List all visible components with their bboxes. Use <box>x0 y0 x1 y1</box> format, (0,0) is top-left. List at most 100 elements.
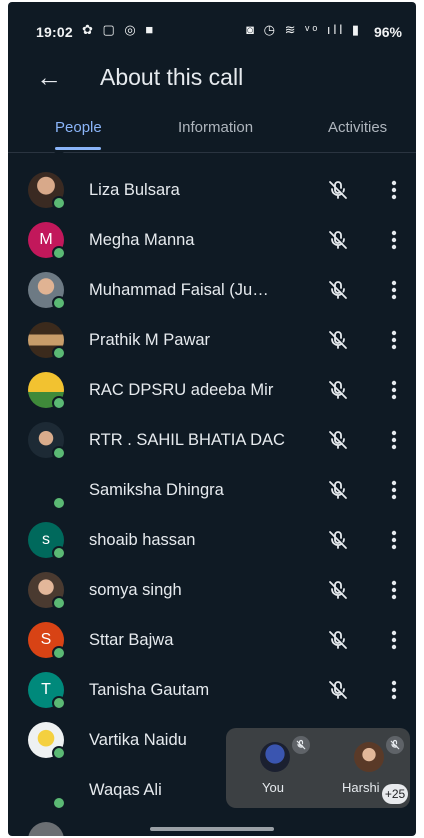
participant-row[interactable]: Muhammad Faisal (Ju… <box>8 266 416 316</box>
avatar <box>28 422 66 460</box>
participant-row[interactable]: T Tanisha Gautam <box>8 666 416 716</box>
online-indicator <box>52 646 66 660</box>
participant-name: Tanisha Gautam <box>89 681 210 699</box>
online-indicator <box>52 446 66 460</box>
more-options-icon[interactable] <box>386 178 402 202</box>
participant-row[interactable]: somya singh <box>8 566 416 616</box>
avatar <box>28 572 66 610</box>
participant-name: Muhammad Faisal (Ju… <box>89 281 269 299</box>
avatar <box>28 272 66 310</box>
active-tab-indicator <box>55 147 101 150</box>
avatar-initial: s <box>42 531 50 548</box>
extra-participants-badge: +25 <box>382 784 408 804</box>
participant-name: Liza Bulsara <box>89 181 180 199</box>
more-options-icon[interactable] <box>386 628 402 652</box>
online-indicator <box>52 496 66 510</box>
self-label: You <box>262 780 284 795</box>
avatar <box>28 372 66 410</box>
online-indicator <box>52 196 66 210</box>
avatar-initial: M <box>39 231 53 248</box>
participant-row[interactable]: RAC DPSRU adeeba Mir <box>8 366 416 416</box>
avatar <box>28 722 66 760</box>
tab-bar: People Information Activities <box>8 110 416 153</box>
mic-off-icon[interactable] <box>326 178 350 202</box>
avatar <box>28 172 66 210</box>
mic-off-icon[interactable] <box>326 428 350 452</box>
avatar <box>28 772 66 810</box>
participant-row[interactable]: M Megha Manna <box>8 216 416 266</box>
participant-name: somya singh <box>89 581 182 599</box>
app-header: ← About this call <box>8 60 416 100</box>
system-icons: ◙ ◷ ≋ ᵛᵒ ıll ▮ <box>246 22 362 37</box>
avatar <box>28 472 66 510</box>
online-indicator <box>52 546 66 560</box>
participant-row[interactable]: s shoaib hassan <box>8 516 416 566</box>
status-time: 19:02 <box>36 24 73 40</box>
more-options-icon[interactable] <box>386 328 402 352</box>
notification-icons: ✿ ▢ ◎ ■ <box>82 22 157 37</box>
self-avatar <box>260 742 290 772</box>
mic-off-icon[interactable] <box>326 578 350 602</box>
status-bar: 19:02 ✿ ▢ ◎ ■ ◙ ◷ ≋ ᵛᵒ ıll ▮ 96% <box>8 2 416 60</box>
participant-name: Waqas Ali <box>89 781 162 799</box>
mic-off-icon[interactable] <box>326 378 350 402</box>
participant-row[interactable]: RTR . SAHIL BHATIA DAC <box>8 416 416 466</box>
tab-activities[interactable]: Activities <box>328 119 387 136</box>
online-indicator <box>52 346 66 360</box>
participant-name: RTR . SAHIL BHATIA DAC <box>89 431 285 449</box>
phone-screen: 19:02 ✿ ▢ ◎ ■ ◙ ◷ ≋ ᵛᵒ ıll ▮ 96% ← About… <box>8 2 416 836</box>
participant-name: RAC DPSRU adeeba Mir <box>89 381 274 399</box>
mic-off-icon[interactable] <box>326 228 350 252</box>
mic-off-icon <box>292 736 310 754</box>
avatar: T <box>28 672 66 710</box>
more-options-icon[interactable] <box>386 278 402 302</box>
participant-row[interactable]: Prathik M Pawar <box>8 316 416 366</box>
back-arrow-icon[interactable]: ← <box>36 62 62 93</box>
mic-off-icon[interactable] <box>326 628 350 652</box>
more-options-icon[interactable] <box>386 478 402 502</box>
participant-name: Sttar Bajwa <box>89 631 174 649</box>
participant-name: Megha Manna <box>89 231 195 249</box>
online-indicator <box>52 696 66 710</box>
participant-label: Harshi <box>342 780 380 795</box>
avatar <box>28 322 66 360</box>
participant-name: shoaib hassan <box>89 531 196 549</box>
participant-row[interactable]: S Sttar Bajwa <box>8 616 416 666</box>
online-indicator <box>52 296 66 310</box>
online-indicator <box>52 746 66 760</box>
participant-name: Vartika Naidu <box>89 731 187 749</box>
participant-row-partial <box>8 816 416 836</box>
more-options-icon[interactable] <box>386 678 402 702</box>
participant-row-partial <box>8 152 416 160</box>
mic-off-icon[interactable] <box>326 478 350 502</box>
more-options-icon[interactable] <box>386 228 402 252</box>
page-title: About this call <box>100 64 244 90</box>
home-indicator[interactable] <box>150 827 274 831</box>
mic-off-icon[interactable] <box>326 278 350 302</box>
more-options-icon[interactable] <box>386 428 402 452</box>
online-indicator <box>52 796 66 810</box>
participant-name: Samiksha Dhingra <box>89 481 224 499</box>
avatar-initial: S <box>40 631 52 648</box>
online-indicator <box>52 596 66 610</box>
call-preview-tile[interactable]: You Harshi +25 <box>226 728 410 808</box>
avatar: S <box>28 622 66 660</box>
tab-people[interactable]: People <box>55 119 102 136</box>
participant-row[interactable]: Liza Bulsara <box>8 166 416 216</box>
participant-row[interactable]: Samiksha Dhingra <box>8 466 416 516</box>
mic-off-icon <box>386 736 404 754</box>
mic-off-icon[interactable] <box>326 678 350 702</box>
avatar: s <box>28 522 66 560</box>
mic-off-icon[interactable] <box>326 328 350 352</box>
more-options-icon[interactable] <box>386 528 402 552</box>
participant-avatar <box>354 742 384 772</box>
participant-name: Prathik M Pawar <box>89 331 211 349</box>
online-indicator <box>52 152 66 154</box>
more-options-icon[interactable] <box>386 578 402 602</box>
tab-information[interactable]: Information <box>178 119 253 136</box>
avatar-initial: T <box>41 681 51 698</box>
battery-level: 96% <box>373 24 402 40</box>
mic-off-icon[interactable] <box>326 528 350 552</box>
more-options-icon[interactable] <box>386 378 402 402</box>
avatar <box>28 822 64 836</box>
